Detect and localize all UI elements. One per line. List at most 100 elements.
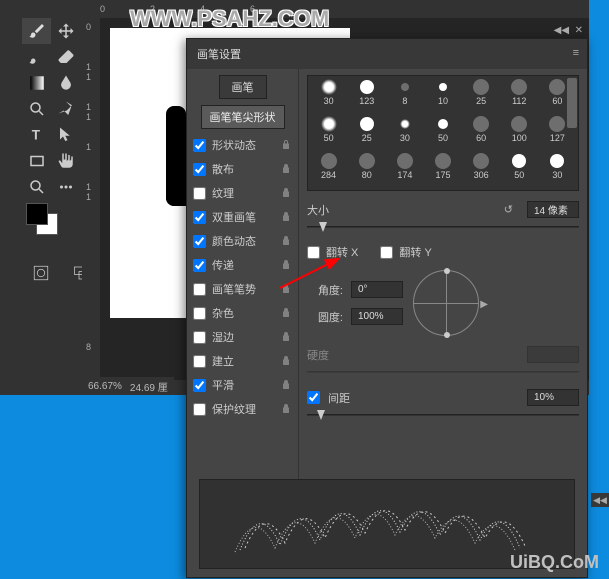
option-texture[interactable]: 纹理	[191, 181, 294, 205]
spacing-checkbox[interactable]	[307, 391, 320, 404]
checkbox[interactable]	[193, 307, 206, 320]
hand-tool[interactable]	[51, 148, 80, 174]
brush-preset[interactable]: 175	[424, 152, 461, 188]
collapse-icon[interactable]: ◀◀	[591, 493, 609, 507]
roundness-field: 圆度:	[307, 308, 403, 325]
type-tool[interactable]: T	[22, 122, 51, 148]
option-noise[interactable]: 杂色	[191, 301, 294, 325]
brush-preset[interactable]: 30	[386, 115, 423, 151]
checkbox[interactable]	[193, 259, 206, 272]
hardness-input	[527, 346, 579, 363]
brush-settings-panel: ◀◀ ✕ 画笔设置 ≡ 画笔 画笔笔尖形状 形状动态 散布 纹理 双重画笔 颜色…	[186, 38, 588, 578]
rectangle-tool[interactable]	[22, 148, 51, 174]
option-smoothing[interactable]: 平滑	[191, 373, 294, 397]
blur-tool[interactable]	[51, 70, 80, 96]
lock-icon[interactable]	[280, 307, 292, 319]
brush-preset[interactable]: 10	[424, 78, 461, 114]
brush-preset[interactable]: 8	[386, 78, 423, 114]
angle-handle[interactable]	[444, 268, 450, 274]
option-scattering[interactable]: 散布	[191, 157, 294, 181]
brush-preset[interactable]: 25	[463, 78, 500, 114]
gradient-tool[interactable]	[22, 70, 51, 96]
spacing-slider[interactable]	[307, 408, 579, 422]
brush-presets-button[interactable]: 画笔	[219, 75, 267, 99]
option-shape-dynamics[interactable]: 形状动态	[191, 133, 294, 157]
option-wet-edges[interactable]: 湿边	[191, 325, 294, 349]
option-protect-texture[interactable]: 保护纹理	[191, 397, 294, 421]
checkbox[interactable]	[193, 331, 206, 344]
ruler-vertical: 0 1 1 1 1 1 1 1 8	[82, 18, 100, 380]
brush-preset[interactable]: 25	[348, 115, 385, 151]
brush-preset[interactable]: 50	[424, 115, 461, 151]
quickmask-icon[interactable]	[26, 260, 55, 286]
zoom-level[interactable]: 66.67%	[88, 381, 122, 392]
foreground-color[interactable]	[26, 203, 48, 225]
size-input[interactable]	[527, 201, 579, 218]
checkbox[interactable]	[193, 403, 206, 416]
brush-preset[interactable]: 123	[348, 78, 385, 114]
checkbox[interactable]	[193, 283, 206, 296]
angle-control[interactable]: ▶	[413, 270, 479, 336]
lock-icon[interactable]	[280, 379, 292, 391]
brush-preset[interactable]: 112	[501, 78, 538, 114]
lock-icon[interactable]	[280, 331, 292, 343]
brush-preset[interactable]: 80	[348, 152, 385, 188]
checkbox[interactable]	[193, 379, 206, 392]
lock-icon[interactable]	[280, 235, 292, 247]
spacing-input[interactable]	[527, 389, 579, 406]
option-dual-brush[interactable]: 双重画笔	[191, 205, 294, 229]
size-slider[interactable]	[307, 220, 579, 234]
pen-tool[interactable]	[51, 96, 80, 122]
panel-title: 画笔设置	[197, 46, 241, 62]
lock-icon[interactable]	[280, 163, 292, 175]
brush-preset[interactable]: 30	[310, 78, 347, 114]
brush-preset-grid[interactable]: 30 123 8 10 25 112 60 50 25 30 50 60 100…	[307, 75, 579, 191]
brush-tip-shape-button[interactable]: 画笔笔尖形状	[201, 105, 285, 129]
lock-icon[interactable]	[280, 211, 292, 223]
brush-preset[interactable]: 306	[463, 152, 500, 188]
checkbox[interactable]	[193, 187, 206, 200]
lock-icon[interactable]	[280, 355, 292, 367]
roundness-input[interactable]	[351, 308, 403, 325]
path-select-tool[interactable]	[51, 122, 80, 148]
checkbox[interactable]	[193, 139, 206, 152]
brush-preset[interactable]: 50	[501, 152, 538, 188]
lock-icon[interactable]	[280, 187, 292, 199]
option-buildup[interactable]: 建立	[191, 349, 294, 373]
checkbox[interactable]	[193, 163, 206, 176]
size-label: 大小	[307, 202, 343, 218]
zoom-tool[interactable]	[22, 174, 51, 200]
panel-menu-icon[interactable]: ≡	[573, 47, 579, 59]
checkbox[interactable]	[193, 355, 206, 368]
brush-preset[interactable]: 50	[310, 115, 347, 151]
scrollbar[interactable]	[566, 76, 578, 190]
checkbox[interactable]	[193, 211, 206, 224]
reset-icon[interactable]: ↺	[504, 203, 513, 216]
clone-tool[interactable]	[51, 18, 80, 44]
tool-palette: T	[22, 18, 80, 200]
brush-tool[interactable]	[22, 18, 51, 44]
lock-icon[interactable]	[280, 403, 292, 415]
flip-x-checkbox[interactable]	[307, 246, 320, 259]
angle-input[interactable]	[351, 281, 403, 298]
scroll-thumb[interactable]	[567, 78, 577, 128]
history-brush-tool[interactable]	[22, 44, 51, 70]
dodge-tool[interactable]	[22, 96, 51, 122]
brush-preset[interactable]: 60	[463, 115, 500, 151]
flip-y-label: 翻转 Y	[399, 244, 431, 260]
more-tools[interactable]	[51, 174, 80, 200]
watermark-bottom: UiBQ.CoM	[510, 552, 599, 573]
option-color-dynamics[interactable]: 颜色动态	[191, 229, 294, 253]
brush-preset[interactable]: 174	[386, 152, 423, 188]
angle-handle[interactable]	[444, 332, 450, 338]
checkbox[interactable]	[193, 235, 206, 248]
annotation-arrow	[270, 258, 350, 298]
color-swatches[interactable]	[26, 203, 58, 235]
arrow-icon: ▶	[480, 299, 488, 310]
brush-preset[interactable]: 284	[310, 152, 347, 188]
eraser-tool[interactable]	[51, 44, 80, 70]
flip-y-checkbox[interactable]	[380, 246, 393, 259]
panel-controls[interactable]: ◀◀ ✕	[554, 25, 583, 36]
lock-icon[interactable]	[280, 139, 292, 151]
brush-preset[interactable]: 100	[501, 115, 538, 151]
